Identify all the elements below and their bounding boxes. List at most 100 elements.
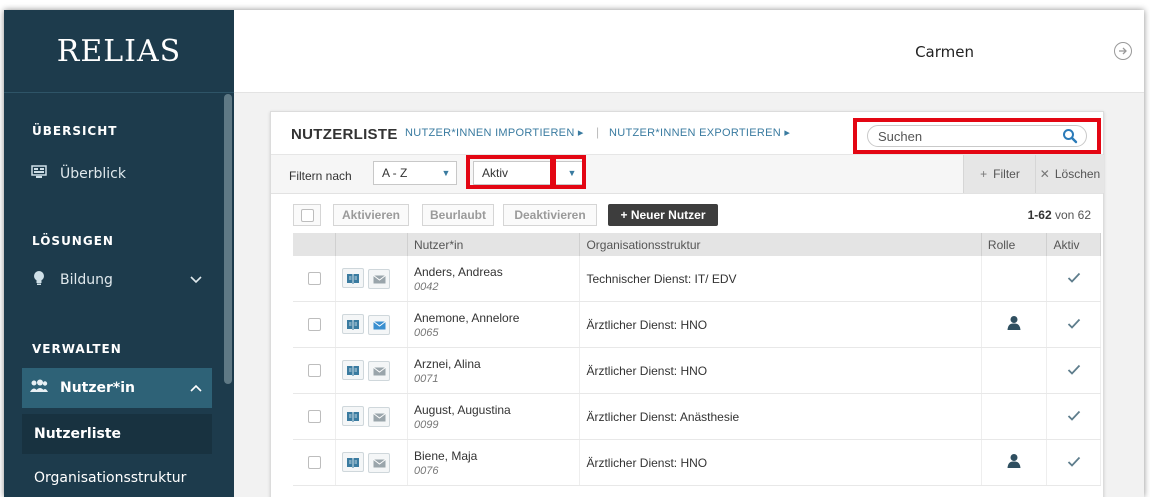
status-arrow-highlight	[552, 155, 586, 189]
logout-icon[interactable]	[1114, 42, 1132, 60]
table-row[interactable]: Anders, Andreas 0042 Technischer Dienst:…	[293, 256, 1101, 302]
user-name[interactable]: Arznei, Alina	[414, 357, 573, 371]
sidebar-item-education[interactable]: Bildung	[22, 260, 212, 300]
search-icon[interactable]	[1062, 128, 1078, 144]
mail-icon[interactable]	[368, 315, 391, 335]
user-list-panel: NUTZERLISTE NUTZER*INNEN IMPORTIEREN ▸ |…	[270, 111, 1104, 497]
row-checkbox[interactable]	[307, 272, 321, 285]
dropdown-arrow-icon[interactable]: ▼	[436, 168, 456, 178]
chevron-down-icon[interactable]	[190, 273, 202, 287]
row-checkbox[interactable]	[307, 456, 321, 469]
row-select-cell	[293, 301, 337, 348]
leave-button[interactable]: Beurlaubt	[422, 204, 494, 226]
clear-button-label: Löschen	[1054, 167, 1101, 181]
active-cell	[1046, 301, 1101, 348]
book-icon[interactable]	[342, 406, 365, 426]
col-org-structure[interactable]: Organisationsstruktur	[579, 233, 982, 256]
chevron-up-icon[interactable]	[190, 381, 202, 395]
checkmark-icon	[1067, 362, 1081, 379]
table-row[interactable]: Anemone, Annelore 0065 Ärztlicher Dienst…	[293, 301, 1101, 348]
user-cell[interactable]: Anders, Andreas 0042	[407, 256, 581, 302]
row-actions-cell	[335, 393, 408, 440]
org-cell: Ärztlicher Dienst: HNO	[579, 347, 982, 394]
table-row[interactable]: August, Augustina 0099 Ärztlicher Dienst…	[293, 393, 1101, 440]
search-field[interactable]	[867, 125, 1087, 147]
main-content: NUTZERLISTE NUTZER*INNEN IMPORTIEREN ▸ |…	[234, 93, 1144, 497]
col-actions	[335, 233, 408, 256]
row-checkbox[interactable]	[307, 318, 321, 331]
relias-logo[interactable]: RELIAS	[4, 10, 234, 93]
book-icon[interactable]	[342, 268, 365, 288]
user-cell[interactable]: Arznei, Alina 0071	[407, 347, 581, 394]
section-title-solutions: LÖSUNGEN	[32, 234, 114, 248]
new-user-button[interactable]: + Neuer Nutzer	[608, 204, 718, 226]
book-icon[interactable]	[342, 360, 365, 380]
row-checkbox[interactable]	[307, 410, 321, 423]
person-icon	[1006, 454, 1022, 472]
org-cell: Ärztlicher Dienst: HNO	[579, 439, 982, 486]
table-row[interactable]: Arznei, Alina 0071 Ärztlicher Dienst: HN…	[293, 347, 1101, 394]
clear-button[interactable]: ✕ Löschen	[1035, 155, 1104, 193]
user-id: 0076	[413, 464, 439, 477]
user-name[interactable]: Biene, Maja	[414, 449, 573, 463]
role-cell	[981, 439, 1048, 486]
status-select-highlight	[466, 155, 554, 189]
sidebar-item-org-structure[interactable]: Organisationsstruktur	[22, 458, 212, 497]
user-table: Nutzer*in Organisationsstruktur Rolle Ak…	[293, 233, 1101, 486]
user-cell[interactable]: Anemone, Annelore 0065	[407, 301, 581, 348]
sort-select-value: A - Z	[382, 166, 408, 180]
import-users-link[interactable]: NUTZER*INNEN IMPORTIEREN ▸	[405, 126, 584, 139]
sort-select[interactable]: A - Z ▼	[373, 161, 457, 185]
filter-bar: Filtern nach A - Z ▼ Aktiv ▼ + Filter ✕	[271, 155, 1104, 194]
search-input[interactable]	[876, 127, 1062, 145]
active-cell	[1046, 393, 1101, 440]
row-actions-cell	[335, 301, 408, 348]
sidebar-item-user-list[interactable]: Nutzerliste	[22, 414, 212, 454]
user-name[interactable]: August, Augustina	[414, 403, 573, 417]
mail-icon[interactable]	[368, 361, 391, 381]
table-row[interactable]: Biene, Maja 0076 Ärztlicher Dienst: HNO	[293, 439, 1101, 486]
col-user[interactable]: Nutzer*in	[407, 233, 581, 256]
user-id: 0099	[413, 418, 439, 431]
app-frame: RELIAS ÜBERSICHT Überblick LÖSUNGEN Bild…	[4, 10, 1144, 497]
col-active[interactable]: Aktiv	[1046, 233, 1101, 256]
sidebar-scrollbar[interactable]	[224, 94, 232, 384]
checkbox[interactable]	[300, 208, 314, 222]
activate-button[interactable]: Aktivieren	[333, 204, 409, 226]
select-all-checkbox[interactable]	[293, 204, 321, 226]
active-cell	[1046, 439, 1101, 486]
col-role[interactable]: Rolle	[981, 233, 1048, 256]
username[interactable]: Carmen	[915, 43, 974, 61]
checkmark-icon	[1067, 316, 1081, 333]
role-cell	[981, 301, 1048, 348]
section-title-manage: VERWALTEN	[32, 342, 122, 356]
user-name[interactable]: Anemone, Annelore	[414, 311, 573, 325]
row-select-cell	[293, 393, 337, 440]
filter-button[interactable]: + Filter	[963, 155, 1036, 193]
filter-label: Filtern nach	[289, 169, 352, 183]
monitor-icon	[28, 165, 50, 183]
book-icon[interactable]	[342, 314, 365, 334]
mail-icon[interactable]	[368, 407, 391, 427]
search-highlight	[853, 118, 1101, 154]
deactivate-button[interactable]: Deaktivieren	[503, 204, 597, 226]
mail-icon[interactable]	[368, 453, 391, 473]
user-name[interactable]: Anders, Andreas	[414, 265, 573, 279]
mail-icon[interactable]	[368, 269, 391, 289]
sidebar-item-label: Überblick	[60, 166, 126, 182]
export-users-link[interactable]: NUTZER*INNEN EXPORTIEREN ▸	[609, 126, 790, 139]
row-actions-cell	[335, 439, 408, 486]
section-title-overview: ÜBERSICHT	[32, 124, 118, 138]
col-select	[293, 233, 337, 256]
bulk-actions-bar: Aktivieren Beurlaubt Deaktivieren + Neue…	[271, 194, 1103, 234]
person-icon	[1006, 316, 1022, 334]
checkmark-icon	[1067, 270, 1081, 287]
sidebar-item-users[interactable]: Nutzer*in	[22, 368, 212, 408]
result-total: von 62	[1054, 208, 1091, 222]
sidebar-item-overview[interactable]: Überblick	[22, 154, 212, 194]
user-cell[interactable]: Biene, Maja 0076	[407, 439, 581, 486]
user-cell[interactable]: August, Augustina 0099	[407, 393, 581, 440]
book-icon[interactable]	[342, 452, 365, 472]
row-checkbox[interactable]	[307, 364, 321, 377]
role-cell	[981, 393, 1048, 440]
